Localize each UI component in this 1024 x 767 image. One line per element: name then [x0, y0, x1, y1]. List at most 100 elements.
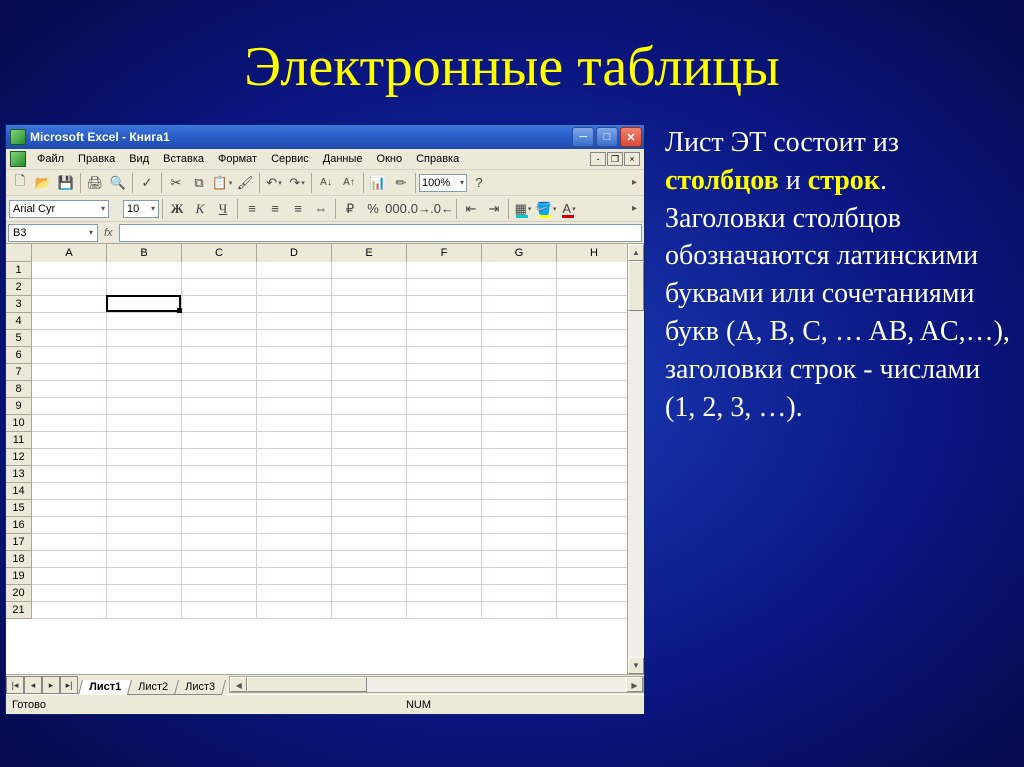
column-header[interactable]: F	[407, 244, 482, 262]
prev-sheet-button[interactable]: ◂	[24, 676, 42, 694]
cell[interactable]	[182, 296, 257, 313]
maximize-button[interactable]: □	[596, 127, 618, 147]
menu-файл[interactable]: Файл	[30, 151, 71, 167]
cell[interactable]	[257, 551, 332, 568]
cell[interactable]	[32, 330, 107, 347]
cell[interactable]	[107, 517, 182, 534]
copy-button[interactable]: ⧉	[188, 172, 210, 194]
row-header[interactable]: 17	[6, 534, 32, 551]
cell[interactable]	[32, 364, 107, 381]
cell[interactable]	[257, 534, 332, 551]
row-header[interactable]: 7	[6, 364, 32, 381]
row-header[interactable]: 11	[6, 432, 32, 449]
row-header[interactable]: 5	[6, 330, 32, 347]
cell[interactable]	[32, 551, 107, 568]
cell[interactable]	[257, 347, 332, 364]
cell[interactable]	[182, 534, 257, 551]
cell[interactable]	[407, 483, 482, 500]
help-button[interactable]: ?	[468, 172, 490, 194]
cell[interactable]	[332, 602, 407, 619]
cell[interactable]	[182, 602, 257, 619]
cell[interactable]	[332, 262, 407, 279]
row-header[interactable]: 8	[6, 381, 32, 398]
cell[interactable]	[182, 449, 257, 466]
scroll-down-button[interactable]: ▼	[628, 657, 644, 674]
sort-desc-button[interactable]: A↑	[338, 172, 360, 194]
cell[interactable]	[332, 517, 407, 534]
cell[interactable]	[107, 296, 182, 313]
bold-button[interactable]: Ж	[166, 198, 188, 220]
cell[interactable]	[107, 313, 182, 330]
cell[interactable]	[32, 381, 107, 398]
cell[interactable]	[107, 551, 182, 568]
mdi-close-button[interactable]: ×	[624, 152, 640, 166]
scroll-left-button[interactable]: ◀	[230, 677, 247, 692]
cell[interactable]	[182, 364, 257, 381]
cell[interactable]	[32, 602, 107, 619]
spellcheck-button[interactable]: ✓	[136, 172, 158, 194]
cell[interactable]	[407, 449, 482, 466]
cell[interactable]	[407, 517, 482, 534]
cell[interactable]	[482, 330, 557, 347]
cell[interactable]	[557, 347, 627, 364]
cell[interactable]	[332, 466, 407, 483]
cell[interactable]	[557, 534, 627, 551]
row-header[interactable]: 6	[6, 347, 32, 364]
cell[interactable]	[257, 330, 332, 347]
row-header[interactable]: 21	[6, 602, 32, 619]
cell[interactable]	[332, 500, 407, 517]
cell[interactable]	[257, 466, 332, 483]
cell[interactable]	[182, 483, 257, 500]
cell[interactable]	[257, 449, 332, 466]
sheet-tab[interactable]: Лист1	[78, 680, 132, 695]
fill-color-button[interactable]: 🪣	[535, 198, 557, 220]
cell[interactable]	[182, 279, 257, 296]
cell[interactable]	[332, 330, 407, 347]
cell[interactable]	[257, 432, 332, 449]
row-header[interactable]: 18	[6, 551, 32, 568]
cell[interactable]	[482, 568, 557, 585]
cell[interactable]	[257, 279, 332, 296]
cell[interactable]	[407, 585, 482, 602]
cell[interactable]	[257, 415, 332, 432]
cell[interactable]	[482, 534, 557, 551]
cell[interactable]	[557, 602, 627, 619]
cell[interactable]	[107, 585, 182, 602]
cell[interactable]	[557, 262, 627, 279]
cell[interactable]	[557, 585, 627, 602]
column-header[interactable]: B	[107, 244, 182, 262]
cell[interactable]	[107, 347, 182, 364]
row-header[interactable]: 2	[6, 279, 32, 296]
last-sheet-button[interactable]: ▸|	[60, 676, 78, 694]
cell[interactable]	[32, 534, 107, 551]
cell[interactable]	[332, 585, 407, 602]
cell[interactable]	[332, 415, 407, 432]
cell[interactable]	[32, 483, 107, 500]
cell[interactable]	[257, 364, 332, 381]
menu-формат[interactable]: Формат	[211, 151, 264, 167]
comma-button[interactable]: 000	[385, 198, 407, 220]
font-size-combo[interactable]: 10	[123, 200, 159, 218]
formula-input[interactable]	[119, 224, 642, 242]
menu-правка[interactable]: Правка	[71, 151, 122, 167]
cell[interactable]	[182, 500, 257, 517]
cell[interactable]	[557, 449, 627, 466]
cell[interactable]	[482, 398, 557, 415]
borders-button[interactable]: ▦	[512, 198, 534, 220]
cell[interactable]	[407, 415, 482, 432]
cell[interactable]	[182, 398, 257, 415]
cell[interactable]	[557, 398, 627, 415]
cell[interactable]	[482, 279, 557, 296]
cell[interactable]	[332, 364, 407, 381]
cell[interactable]	[257, 381, 332, 398]
row-header[interactable]: 12	[6, 449, 32, 466]
cell[interactable]	[32, 568, 107, 585]
cell[interactable]	[182, 517, 257, 534]
mdi-minimize-button[interactable]: -	[590, 152, 606, 166]
open-button[interactable]: 📂	[32, 172, 54, 194]
cell[interactable]	[407, 364, 482, 381]
cell[interactable]	[482, 262, 557, 279]
cell[interactable]	[482, 466, 557, 483]
menu-справка[interactable]: Справка	[409, 151, 466, 167]
cell[interactable]	[407, 534, 482, 551]
